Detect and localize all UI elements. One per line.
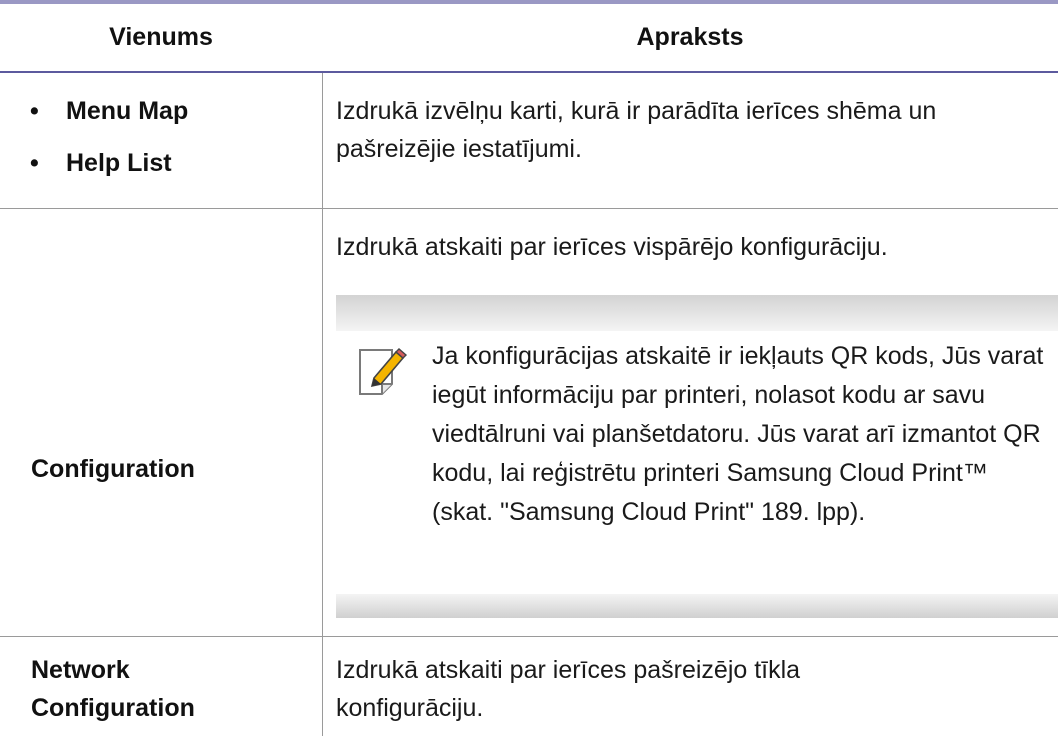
item-help-list: Help List <box>66 148 172 177</box>
row-1-description: Izdrukā izvēlņu karti, kurā ir parādīta … <box>336 97 937 163</box>
row-3-description: Izdrukā atskaiti par ierīces pašreizējo … <box>336 656 801 722</box>
bullet-icon: • <box>30 148 39 177</box>
header-rule <box>0 71 1058 73</box>
note-top-band <box>336 295 1058 331</box>
row-3-item: Network Configuration <box>31 656 195 722</box>
row-2-item: Configuration <box>31 455 195 483</box>
settings-table: Vienums Apraksts • Menu Map • Help List … <box>0 0 1058 736</box>
header-vienums: Vienums <box>109 23 213 51</box>
bullet-icon: • <box>30 96 39 125</box>
note-bottom-band <box>336 594 1058 618</box>
list-item: • Menu Map <box>0 92 322 130</box>
item-menu-map: Menu Map <box>66 96 189 125</box>
row-1-items: • Menu Map • Help List <box>0 92 322 192</box>
note-text: Ja konfigurācijas atskaitē ir iekļauts Q… <box>432 342 1044 526</box>
row-2-description: Izdrukā atskaiti par ierīces vispārējo k… <box>336 233 888 261</box>
header-apraksts: Apraksts <box>636 23 744 51</box>
row-divider <box>0 636 1058 637</box>
row-divider <box>0 208 1058 209</box>
note-pencil-icon <box>359 348 408 395</box>
note-box: Ja konfigurācijas atskaitē ir iekļauts Q… <box>336 295 1058 618</box>
table-header-row: Vienums Apraksts <box>0 4 1058 71</box>
list-item: • Help List <box>0 144 322 182</box>
